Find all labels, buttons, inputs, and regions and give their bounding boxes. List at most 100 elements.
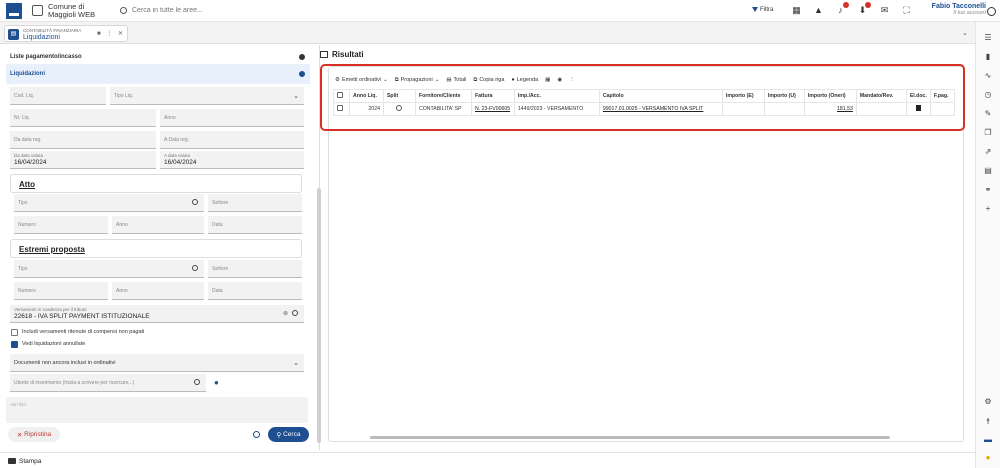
- emetti-ordinativi-button[interactable]: ⚙ Emetti ordinativi ⌄: [335, 77, 388, 83]
- split-icon: [396, 105, 403, 111]
- cod-liq-field[interactable]: Cod. Liq.: [10, 87, 106, 105]
- col-importo-e[interactable]: Importo (E): [721, 89, 765, 103]
- bookmark-icon[interactable]: ▮: [984, 53, 992, 61]
- search-icon[interactable]: [292, 310, 298, 316]
- col-fornitore[interactable]: Fornitore/Cliente: [414, 89, 472, 103]
- cell-fattura-link[interactable]: N. 23-FV00605: [470, 102, 515, 116]
- estremi-numero-field[interactable]: Numero: [14, 282, 108, 300]
- search-icon[interactable]: [192, 265, 198, 271]
- search-icon[interactable]: [194, 379, 200, 385]
- table-row[interactable]: 2024 CONTABILITA' SP N. 23-FV00605 1449/…: [333, 102, 956, 116]
- home-icon[interactable]: [32, 5, 43, 16]
- documenti-select[interactable]: Documenti non ancora inclusi in ordinati…: [10, 354, 304, 372]
- altri-filtri-box[interactable]: Altri filtri: [6, 397, 308, 423]
- tipo-liq-select[interactable]: Tipo Liq. ⌄: [110, 87, 304, 105]
- eye-icon[interactable]: ◉: [557, 77, 562, 83]
- list-icon[interactable]: ☰: [984, 34, 992, 42]
- col-el-doc[interactable]: El.doc.: [905, 89, 931, 103]
- atto-settore-field[interactable]: Settore: [208, 194, 302, 212]
- col-importo-u[interactable]: Importo (U): [763, 89, 805, 103]
- reset-button[interactable]: ✕ Ripristina: [8, 427, 60, 442]
- row-select-cell[interactable]: [333, 102, 350, 116]
- results-toolbar: ⚙ Emetti ordinativi ⌄ ⧉ Propagazioni ⌄ ▤…: [335, 75, 575, 85]
- cell-el-doc[interactable]: [905, 102, 931, 116]
- app-logo[interactable]: [6, 2, 22, 19]
- versamenti-value: 22618 - IVA SPLIT PAYMENT ISTITUZIONALE: [14, 313, 150, 320]
- apps-grid-icon[interactable]: ▦: [792, 6, 801, 15]
- col-f-pag[interactable]: F.pag.: [929, 89, 956, 103]
- global-search-input[interactable]: [132, 7, 332, 14]
- col-anno-liq[interactable]: Anno Liq.: [348, 89, 384, 103]
- fullscreen-icon[interactable]: ⛶: [902, 6, 911, 15]
- cell-importo-u: [763, 102, 805, 116]
- tools-icon[interactable]: ✎: [984, 110, 992, 118]
- search-icon[interactable]: [192, 199, 198, 205]
- col-split[interactable]: Split: [382, 89, 416, 103]
- vedi-annullate-checkbox[interactable]: [11, 341, 18, 348]
- document-icon[interactable]: [915, 105, 921, 111]
- col-importo-oneri[interactable]: Importo (Oneri): [803, 89, 857, 103]
- link-icon[interactable]: ⚭: [984, 186, 992, 194]
- file-icon[interactable]: ▤: [984, 167, 992, 175]
- copia-riga-button[interactable]: ⧉ Copia riga: [473, 77, 504, 84]
- col-capitolo[interactable]: Capitolo: [598, 89, 723, 103]
- anno-field[interactable]: Anno: [160, 109, 304, 127]
- more-icon[interactable]: ⋮: [569, 77, 575, 83]
- avatar-icon[interactable]: [987, 7, 996, 16]
- user-name: Fabio Tacconelli: [931, 3, 986, 10]
- cell-importo-oneri[interactable]: 181,53: [803, 102, 857, 116]
- plus-icon[interactable]: +: [984, 205, 992, 213]
- nr-liq-field[interactable]: Nr. Liq.: [10, 109, 156, 127]
- chevron-down-icon[interactable]: ⌄: [962, 29, 968, 37]
- print-button[interactable]: Stampa: [8, 458, 41, 465]
- export-icon[interactable]: ▦: [545, 77, 550, 83]
- a-data-valuta-field[interactable]: A data valuta 16/04/2024: [160, 151, 304, 169]
- estremi-anno-field[interactable]: Anno: [112, 282, 204, 300]
- filter-button[interactable]: Filtra: [752, 7, 773, 13]
- tab-tools[interactable]: ■ ⋮ ✕: [97, 30, 125, 37]
- share-icon[interactable]: ⇗: [984, 148, 992, 156]
- estremi-data-field[interactable]: Data: [208, 282, 302, 300]
- user-account[interactable]: Fabio Tacconelli Il tuo account: [928, 3, 986, 16]
- estremi-settore-field[interactable]: Settore: [208, 260, 302, 278]
- atto-data-field[interactable]: Data: [208, 216, 302, 234]
- section-liquidazioni[interactable]: Liquidazioni: [6, 64, 310, 84]
- col-fattura[interactable]: Fattura: [470, 89, 515, 103]
- versamenti-field[interactable]: Versamenti in scadenza per il tributo 22…: [10, 305, 304, 323]
- totali-button[interactable]: ▤ Totali: [446, 77, 466, 83]
- zoom-in-icon[interactable]: [253, 431, 260, 438]
- includi-versamenti-checkbox[interactable]: [11, 329, 18, 336]
- panel-toggle-icon[interactable]: [320, 51, 328, 58]
- atto-anno-field[interactable]: Anno: [112, 216, 204, 234]
- select-all-checkbox[interactable]: [337, 92, 343, 98]
- row-checkbox[interactable]: [337, 105, 343, 111]
- estremi-tipo-field[interactable]: Tipo: [14, 260, 204, 278]
- legenda-button[interactable]: ● Legenda: [511, 77, 538, 83]
- tab-liquidazioni[interactable]: ▤ CONTABILITÀ FINANZIARIA Liquidazioni ■…: [4, 25, 128, 42]
- col-imp-acc[interactable]: Imp./Acc.: [513, 89, 600, 103]
- chat-icon[interactable]: ▬: [984, 436, 992, 444]
- left-scrollbar[interactable]: [317, 188, 321, 443]
- user-icon[interactable]: ●: [214, 378, 219, 387]
- copy-icon[interactable]: ❐: [984, 129, 992, 137]
- propagazioni-button[interactable]: ⧉ Propagazioni ⌄: [395, 77, 440, 84]
- col-mandato[interactable]: Mandato/Rev.: [855, 89, 907, 103]
- select-all-cell[interactable]: [333, 89, 350, 103]
- history-icon[interactable]: ◷: [984, 91, 992, 99]
- mail-icon[interactable]: ✉: [880, 6, 889, 15]
- utente-input[interactable]: Utente di inserimento (Inizia a scrivere…: [10, 374, 206, 392]
- accessibility-icon[interactable]: ☨: [984, 418, 992, 426]
- clear-icon[interactable]: ⊗: [283, 310, 288, 317]
- da-data-valuta-field[interactable]: Da data valuta 16/04/2024: [10, 151, 156, 169]
- settings-icon[interactable]: ⚙: [984, 398, 992, 406]
- results-h-scrollbar[interactable]: [370, 436, 890, 439]
- atto-numero-field[interactable]: Numero: [14, 216, 108, 234]
- warning-icon[interactable]: ▲: [814, 6, 823, 15]
- a-data-reg-field[interactable]: A Data reg.: [160, 131, 304, 149]
- search-button[interactable]: ⚲ Cerca: [268, 427, 309, 442]
- atto-tipo-field[interactable]: Tipo: [14, 194, 204, 212]
- cell-capitolo-link[interactable]: 99017.01.0025 - VERSAMENTO IVA SPLIT: [598, 102, 723, 116]
- help-icon[interactable]: ●: [984, 454, 992, 462]
- da-data-reg-field[interactable]: Da data reg.: [10, 131, 156, 149]
- chart-icon[interactable]: ∿: [984, 72, 992, 80]
